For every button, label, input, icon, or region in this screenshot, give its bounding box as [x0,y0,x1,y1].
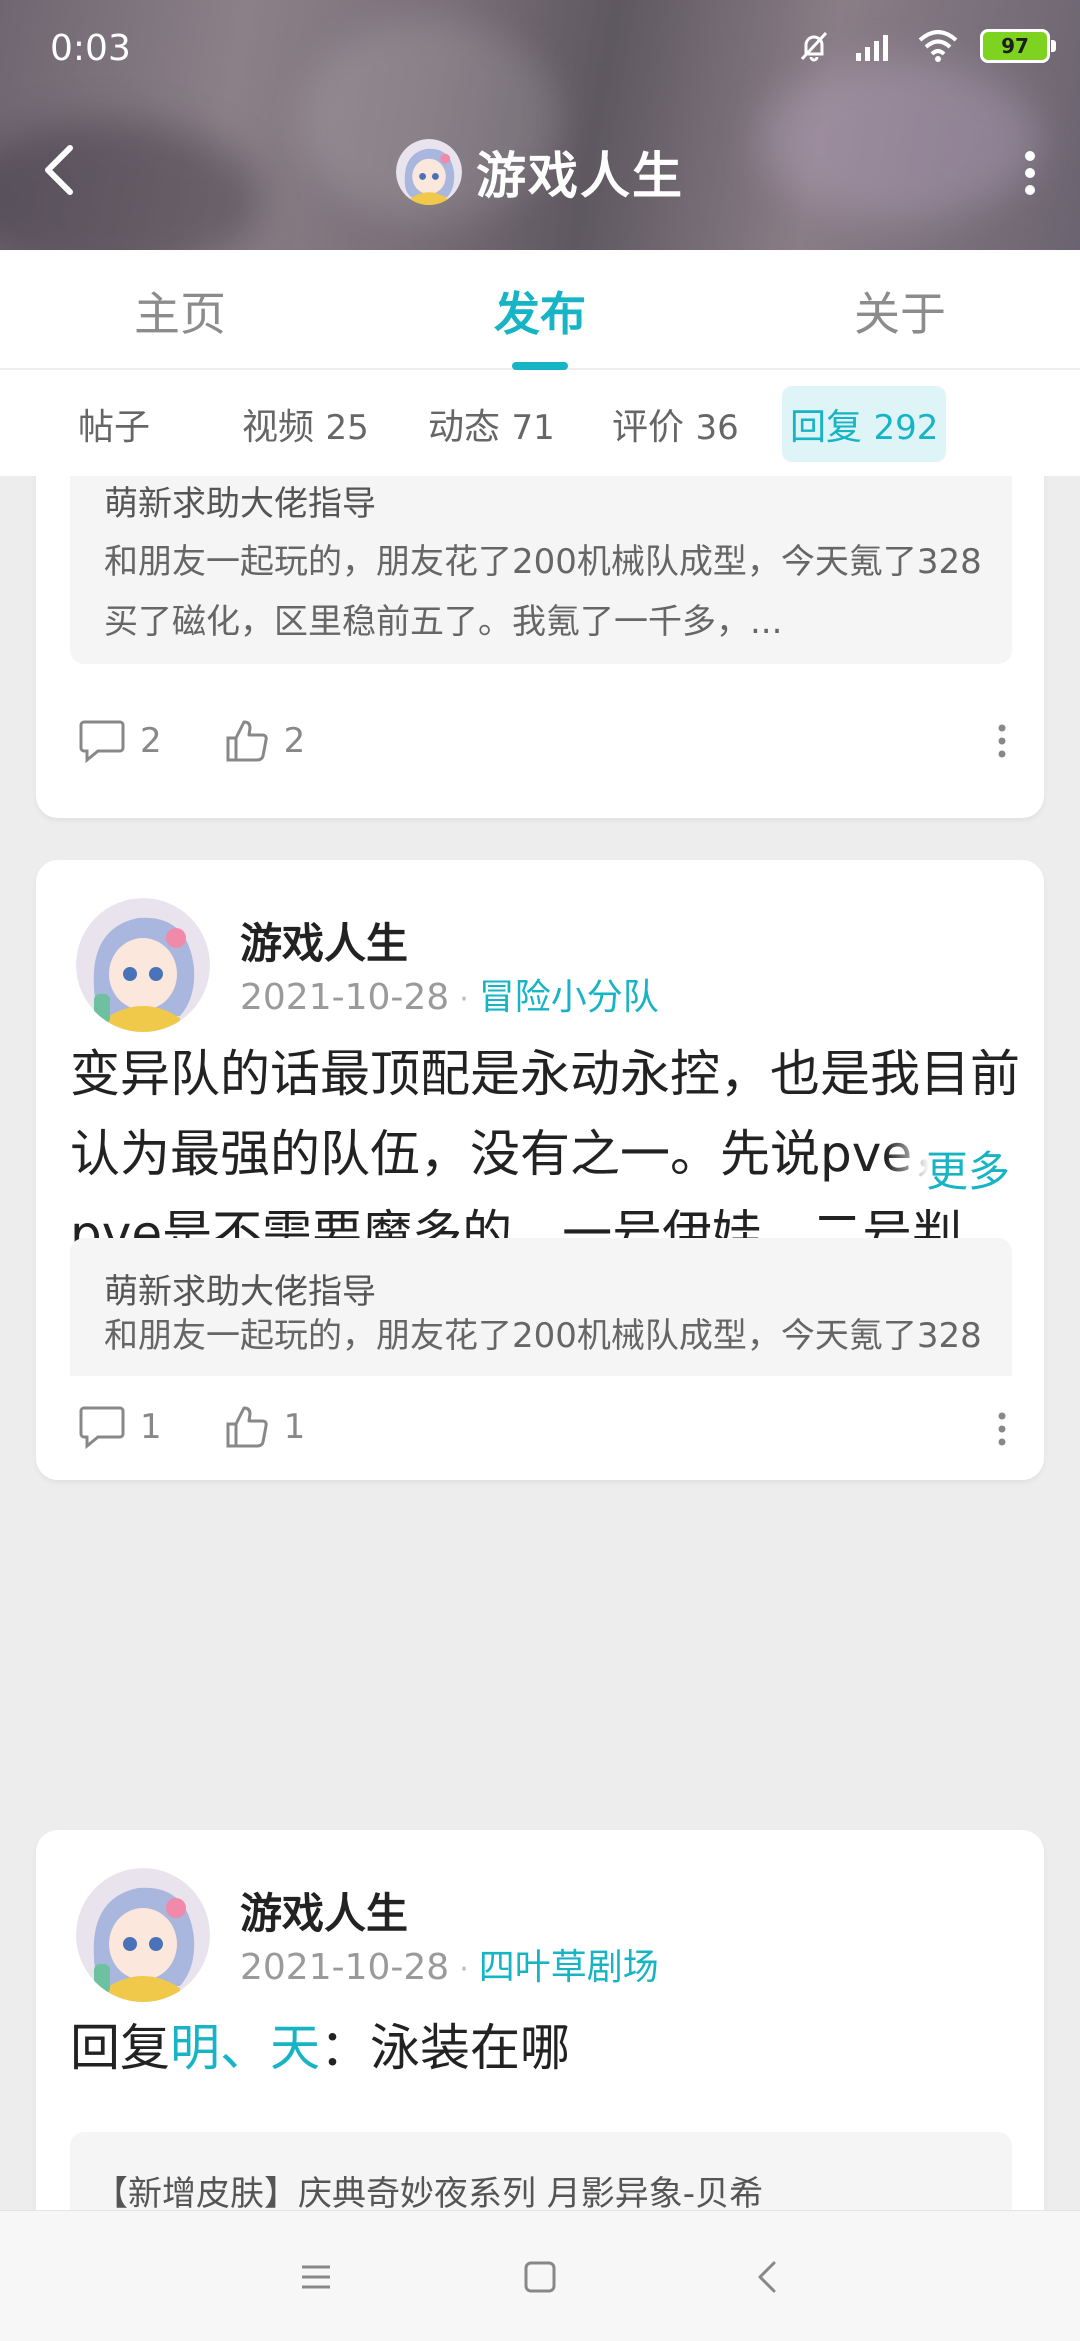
more-vertical-icon[interactable] [1024,150,1036,196]
like-count: 2 [283,721,306,761]
subtab-label: 评价 [612,407,685,448]
profile-title[interactable]: 游戏人生 [0,136,1080,208]
expand-more-link[interactable]: 更多 [885,1138,1010,1199]
like-button[interactable]: 2 [224,718,306,764]
reply-prefix: 回复 [70,2019,170,2077]
main-tab-bar: 主页 发布 关于 [0,250,1080,370]
profile-header: 0:03 97 游戏人生 [0,0,1080,250]
subtab-label: 回复 [790,407,863,448]
quoted-post[interactable]: 【新增皮肤】庆典奇妙夜系列 月影异象-贝希 [70,2132,1012,2210]
comment-button[interactable]: 2 [78,718,162,764]
alarm-off-icon [800,31,828,62]
quoted-post[interactable]: 萌新求助大佬指导 和朋友一起玩的，朋友花了200机械队成型，今天氪了328买了磁… [70,476,1012,664]
subtab-count: 36 [695,408,739,448]
post-date: 2021-10-28 [240,977,450,1018]
subtab-label: 视频 [242,407,315,448]
reply-card[interactable]: 游戏人生 2021-10-28 · 四叶草剧场 回复明、天：泳装在哪 【新增皮肤】庆… [36,1830,1044,2210]
like-button[interactable]: 1 [224,1404,306,1450]
sub-tab-bar: 帖子 视频 25 动态 71 评价 36 回复 292 [0,370,1080,476]
home-icon[interactable] [520,2257,560,2297]
comment-icon [79,720,125,764]
comment-button[interactable]: 1 [78,1404,162,1450]
tab-home[interactable]: 主页 [134,278,226,344]
subtab-reviews[interactable]: 评价 36 [612,398,739,450]
card-actions: 1 1 [78,1404,367,1450]
avatar[interactable] [76,1868,210,2002]
comment-count: 1 [140,1407,162,1447]
menu-icon[interactable] [296,2257,336,2297]
subtab-count: 71 [511,408,555,448]
card-actions: 2 2 [78,718,367,764]
subtab-label: 帖子 [78,407,151,448]
tab-about[interactable]: 关于 [854,278,946,344]
author-name[interactable]: 游戏人生 [240,910,408,971]
subtab-count: 292 [873,408,939,448]
reply-text[interactable]: 回复明、天：泳装在哪 [70,2008,1030,2088]
status-icons: 97 [796,28,1056,64]
reply-card[interactable]: 萌新求助大佬指导 和朋友一起玩的，朋友花了200机械队成型，今天氪了328买了磁… [36,476,1044,818]
subtab-label: 动态 [428,407,501,448]
subtab-posts[interactable]: 帖子 [78,398,150,450]
card-footer: 1 1 [36,1376,1044,1480]
comment-icon [79,1406,125,1450]
wifi-icon [918,30,958,62]
subtab-count: 25 [325,408,369,448]
battery-icon: 97 [980,29,1056,63]
like-count: 1 [283,1407,306,1447]
more-vertical-icon[interactable] [998,1412,1006,1446]
quoted-post-excerpt: 和朋友一起玩的，朋友花了200机械队成型，今天氪了328买了磁化，区里稳前五了。… [104,542,982,642]
tab-publish[interactable]: 发布 [494,278,586,344]
quoted-post-title: 萌新求助大佬指导 [104,484,376,524]
group-link[interactable]: 冒险小分队 [479,977,659,1018]
page-title: 游戏人生 [476,147,684,205]
signal-icon [856,35,888,61]
quoted-post-title: 【新增皮肤】庆典奇妙夜系列 月影异象-贝希 [94,2174,764,2210]
subtab-replies[interactable]: 回复 292 [782,386,947,462]
reply-body: ：泳装在哪 [320,2019,570,2077]
status-time: 0:03 [50,28,131,69]
post-meta: 2021-10-28 · 冒险小分队 [240,968,659,1020]
active-tab-indicator [512,362,568,370]
more-vertical-icon[interactable] [998,724,1006,758]
avatar[interactable] [76,898,210,1032]
back-icon[interactable] [748,2257,788,2297]
post-date: 2021-10-28 [240,1947,450,1988]
group-link[interactable]: 四叶草剧场 [479,1947,659,1988]
avatar[interactable] [396,139,462,205]
thumbs-up-icon [226,720,268,762]
battery-level: 97 [1001,34,1029,58]
mention-link[interactable]: 明、天 [170,2019,320,2077]
reply-feed[interactable]: 萌新求助大佬指导 和朋友一起玩的，朋友花了200机械队成型，今天氪了328买了磁… [0,476,1080,2210]
separator-dot: · [459,982,469,1017]
comment-count: 2 [140,721,162,761]
system-nav-bar [0,2210,1080,2341]
subtab-moments[interactable]: 动态 71 [428,398,555,450]
post-meta: 2021-10-28 · 四叶草剧场 [240,1938,659,1990]
author-name[interactable]: 游戏人生 [240,1880,408,1941]
thumbs-up-icon [226,1406,268,1448]
separator-dot: · [459,1952,469,1987]
subtab-videos[interactable]: 视频 25 [242,398,369,450]
